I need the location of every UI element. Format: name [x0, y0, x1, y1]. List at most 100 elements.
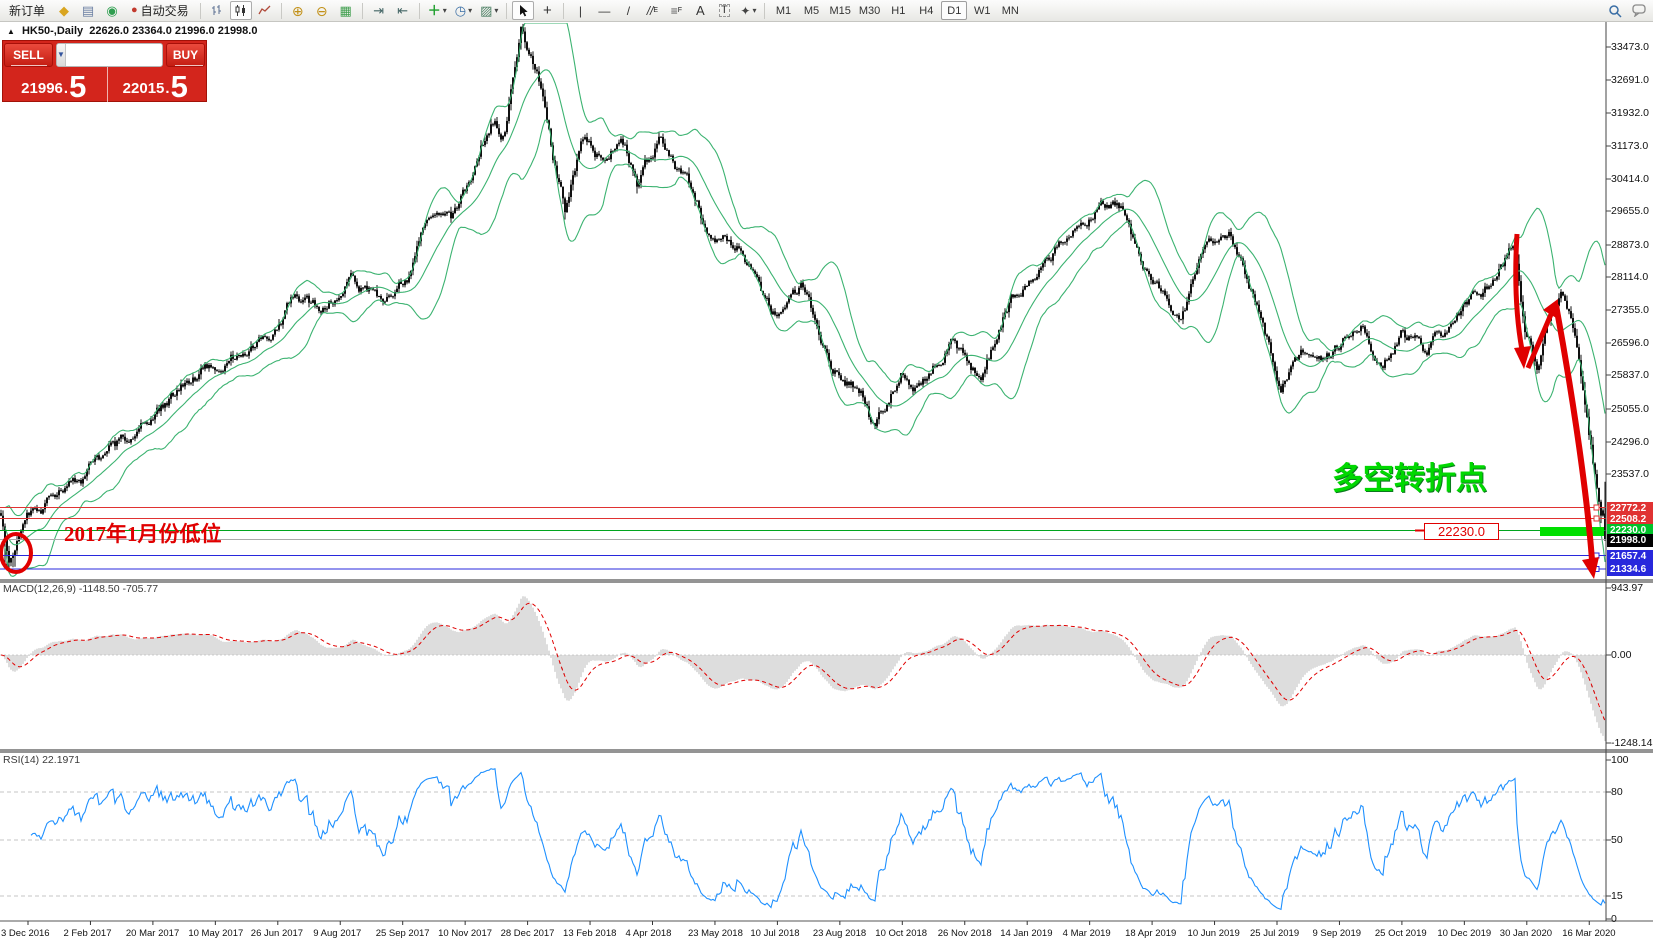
ohlc-values: 22626.0 23364.0 21996.0 21998.0 — [89, 25, 257, 37]
sell-button[interactable]: SELL — [4, 43, 53, 67]
template-button[interactable]: ▨▾ — [477, 1, 501, 20]
zoom-in-icon[interactable]: ⊕ — [287, 1, 309, 20]
buy-button[interactable]: BUY — [166, 43, 205, 67]
auto-trading-button[interactable]: ● 自动交易 — [125, 1, 195, 20]
timeframe-mn[interactable]: MN — [997, 1, 1023, 20]
price-axis-label: 25837.0 — [1611, 369, 1649, 381]
auto-scroll-icon[interactable]: ⇥ — [368, 1, 390, 20]
text-label-icon[interactable]: T — [713, 1, 735, 20]
trendline-icon[interactable]: / — [617, 1, 639, 20]
candlestick-chart-icon[interactable] — [230, 1, 252, 20]
crosshair-icon[interactable]: + — [536, 1, 558, 20]
equidistant-channel-icon[interactable]: //E — [641, 1, 663, 20]
date-axis-label: 28 Dec 2017 — [501, 928, 555, 939]
price-axis-label: 32691.0 — [1611, 74, 1649, 86]
price-axis-label: 26596.0 — [1611, 337, 1649, 349]
toolbar-separator — [419, 3, 420, 19]
chat-icon[interactable] — [1628, 1, 1650, 20]
rsi-axis-label: 50 — [1611, 834, 1623, 846]
macd-indicator-label: MACD(12,26,9) -1148.50 -705.77 — [3, 583, 158, 595]
toolbar-separator — [506, 3, 507, 19]
zoom-out-icon[interactable]: ⊖ — [311, 1, 333, 20]
search-icon[interactable] — [1604, 1, 1626, 20]
rsi-indicator-label: RSI(14) 22.1971 — [3, 754, 80, 766]
annotation-2017-low-text: 2017年1月份低位 — [64, 518, 222, 548]
level-price-label: 22230.0 — [1424, 523, 1499, 540]
buy-price-display: 22015.5 — [105, 67, 207, 102]
toolbar-separator — [200, 3, 201, 19]
date-axis-label: 20 Mar 2017 — [126, 928, 179, 939]
toolbar-separator — [764, 3, 765, 19]
price-axis-label: 24296.0 — [1611, 436, 1649, 448]
timeframe-m1[interactable]: M1 — [770, 1, 796, 20]
timeframe-h4[interactable]: H4 — [913, 1, 939, 20]
price-axis-label: 27355.0 — [1611, 304, 1649, 316]
annotation-turning-point-text: 多空转折点 — [1332, 453, 1487, 498]
sell-underline — [11, 65, 47, 66]
chart-shift-icon[interactable]: ⇤ — [392, 1, 414, 20]
price-axis-label: 23537.0 — [1611, 468, 1649, 480]
chart-info-line: ▲ HK50-,Daily 22626.0 23364.0 21996.0 21… — [7, 25, 257, 37]
volume-decrease-button[interactable]: ▼ — [57, 44, 66, 66]
rsi-axis-label: 100 — [1611, 754, 1629, 766]
timeframe-bar: M1M5M15M30H1H4D1W1MN — [769, 1, 1024, 20]
macd-axis-label: 943.97 — [1611, 582, 1643, 594]
price-axis-label: 31932.0 — [1611, 107, 1649, 119]
volume-stepper: ▼ ▲ — [56, 43, 163, 67]
volume-input[interactable] — [66, 44, 163, 66]
price-divider — [107, 67, 108, 102]
date-axis-label: 10 May 2017 — [188, 928, 243, 939]
date-axis-label: 4 Apr 2018 — [626, 928, 672, 939]
timeframe-w1[interactable]: W1 — [969, 1, 995, 20]
date-axis-label: 9 Sep 2019 — [1312, 928, 1361, 939]
fibonacci-icon[interactable]: ≡F — [665, 1, 687, 20]
price-tag: 21657.4 — [1607, 550, 1653, 563]
chevron-down-icon: ▾ — [468, 6, 472, 15]
date-axis-label: 23 May 2018 — [688, 928, 743, 939]
arrows-button[interactable]: ✦▾ — [737, 1, 759, 20]
bar-chart-icon[interactable] — [206, 1, 228, 20]
cursor-icon[interactable] — [512, 1, 534, 20]
add-indicator-button[interactable]: ＋▾ — [425, 1, 450, 20]
collapse-panel-icon[interactable]: ▲ — [7, 27, 15, 36]
timeframe-m5[interactable]: M5 — [798, 1, 824, 20]
date-axis-label: 25 Jul 2019 — [1250, 928, 1299, 939]
new-order-button[interactable]: 新订单 — [3, 1, 51, 20]
rsi-axis-label: 80 — [1611, 786, 1623, 798]
market-watch-icon[interactable]: ▤ — [77, 1, 99, 20]
signal-icon[interactable]: ◉ — [101, 1, 123, 20]
period-button[interactable]: ◷▾ — [452, 1, 475, 20]
one-click-trade-panel: SELL ▼ ▲ BUY 21996.5 22015.5 — [2, 40, 207, 102]
tile-windows-icon[interactable]: ▦ — [335, 1, 357, 20]
price-axis-label: 29655.0 — [1611, 205, 1649, 217]
rsi-axis-label: 15 — [1611, 890, 1623, 902]
price-tag: 21334.6 — [1607, 563, 1653, 576]
chevron-down-icon: ▾ — [494, 6, 498, 15]
date-axis-label: 9 Aug 2017 — [313, 928, 361, 939]
wizard-icon[interactable]: ◆ — [53, 1, 75, 20]
line-chart-icon[interactable] — [254, 1, 276, 20]
timeframe-m15[interactable]: M15 — [826, 1, 853, 20]
price-axis-label: 30414.0 — [1611, 173, 1649, 185]
text-icon[interactable]: A — [689, 1, 711, 20]
macd-axis-label: 0.00 — [1611, 649, 1631, 661]
price-axis-label: 28873.0 — [1611, 239, 1649, 251]
date-axis-label: 26 Jun 2017 — [251, 928, 303, 939]
date-axis-label: 10 Dec 2019 — [1437, 928, 1491, 939]
price-axis-label: 31173.0 — [1611, 140, 1648, 152]
date-axis-label: 23 Aug 2018 — [813, 928, 866, 939]
timeframe-h1[interactable]: H1 — [885, 1, 911, 20]
symbol-period-label: HK50-,Daily — [22, 25, 83, 37]
date-axis-label: 25 Oct 2019 — [1375, 928, 1427, 939]
date-axis-label: 10 Jun 2019 — [1188, 928, 1240, 939]
rsi-axis-label: 0 — [1611, 913, 1617, 925]
price-tag: 22230.0 — [1607, 524, 1653, 537]
timeframe-d1[interactable]: D1 — [941, 1, 967, 20]
timeframe-m30[interactable]: M30 — [856, 1, 883, 20]
horizontal-line-icon[interactable]: — — [593, 1, 615, 20]
vertical-line-icon[interactable]: | — [569, 1, 591, 20]
date-axis-label: 26 Nov 2018 — [938, 928, 992, 939]
chevron-down-icon: ▾ — [443, 6, 447, 15]
price-axis-label: 25055.0 — [1611, 403, 1649, 415]
mt4-window: 新订单 ◆ ▤ ◉ ● 自动交易 ⊕ ⊖ ▦ ⇥ ⇤ ＋▾ ◷▾ ▨▾ + | … — [0, 0, 1653, 944]
